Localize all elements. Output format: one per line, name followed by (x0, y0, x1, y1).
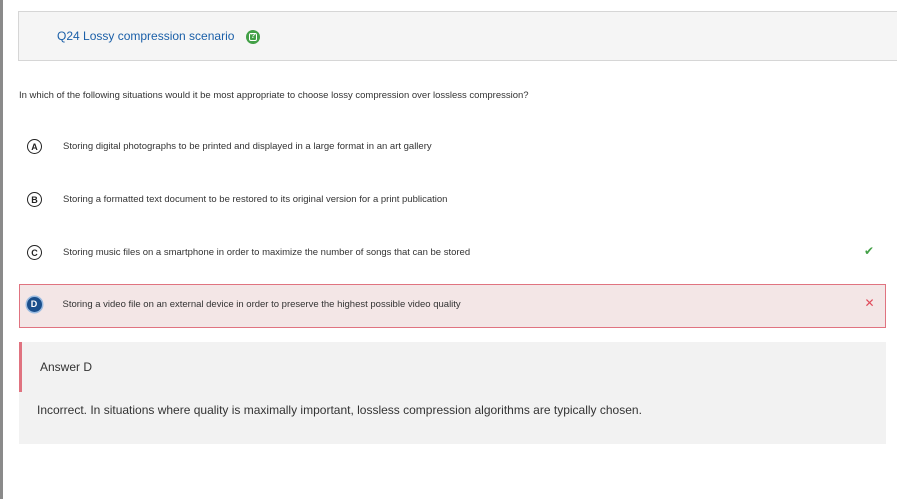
check-icon: ✔ (863, 244, 874, 258)
option-a[interactable]: A Storing digital photographs to be prin… (19, 126, 886, 170)
option-c-letter[interactable]: C (27, 245, 42, 260)
question-title[interactable]: Q24 Lossy compression scenario (57, 29, 234, 43)
help-icon[interactable]: ? (246, 30, 260, 44)
question-prompt: In which of the following situations wou… (19, 90, 529, 101)
left-border (0, 0, 3, 499)
option-c[interactable]: C Storing music files on a smartphone in… (19, 232, 886, 276)
option-d-text: Storing a video file on an external devi… (62, 298, 461, 310)
feedback-accent-bar (19, 342, 22, 392)
option-b-text: Storing a formatted text document to be … (63, 194, 448, 205)
option-b[interactable]: B Storing a formatted text document to b… (19, 179, 886, 223)
option-c-text: Storing music files on a smartphone in o… (63, 247, 471, 258)
option-a-letter[interactable]: A (27, 139, 42, 154)
close-icon: ✕ (864, 295, 875, 310)
help-icon-glyph: ? (249, 33, 257, 41)
option-b-letter[interactable]: B (27, 192, 42, 207)
feedback-text: Incorrect. In situations where quality i… (37, 403, 642, 417)
question-header: Q24 Lossy compression scenario ? (18, 11, 897, 61)
feedback-answer-label: Answer D (40, 360, 93, 374)
option-a-text: Storing digital photographs to be printe… (63, 141, 432, 152)
feedback-panel: Answer D Incorrect. In situations where … (19, 342, 886, 444)
option-d[interactable]: D Storing a video file on an external de… (19, 284, 886, 328)
option-d-letter[interactable]: D (26, 296, 42, 312)
